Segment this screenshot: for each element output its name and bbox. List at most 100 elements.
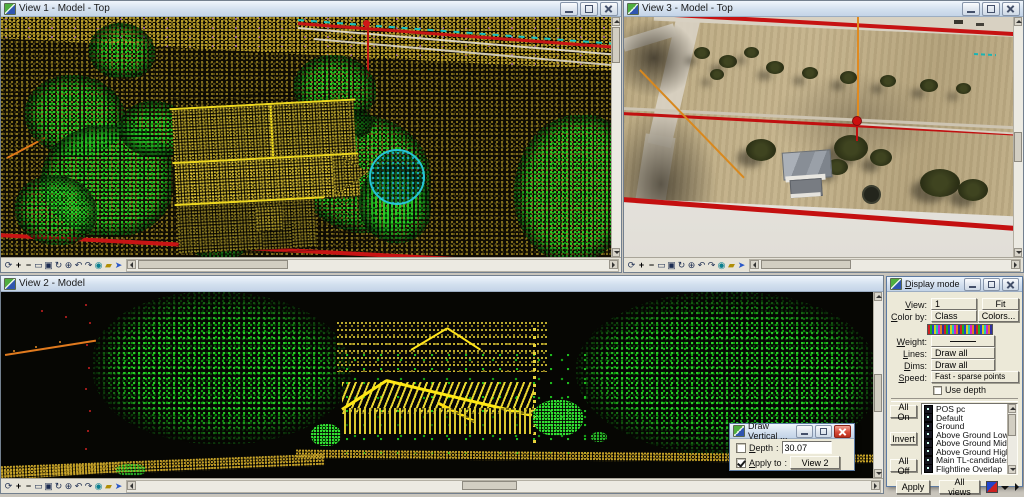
scroll-down-arrow[interactable]: [1014, 248, 1022, 257]
scroll-down-arrow[interactable]: [612, 248, 620, 257]
scroll-thumb[interactable]: [1008, 414, 1016, 436]
close-button[interactable]: [1002, 2, 1020, 16]
clip-volume-icon[interactable]: ▰: [104, 480, 113, 492]
colors-button[interactable]: Colors...: [978, 310, 1019, 322]
scroll-left-arrow[interactable]: [127, 481, 136, 490]
class-checkbox[interactable]: [924, 464, 933, 473]
view2-vertical-scrollbar[interactable]: [873, 292, 883, 478]
update-view-icon[interactable]: ⟳: [4, 480, 13, 492]
rotate-view-icon[interactable]: ↻: [54, 480, 63, 492]
maximize-button[interactable]: [982, 2, 1000, 16]
invert-button[interactable]: Invert: [890, 432, 917, 445]
zoom-out-icon[interactable]: −: [647, 259, 656, 271]
camera-icon[interactable]: ◉: [717, 259, 726, 271]
window-area-icon[interactable]: ▭: [34, 480, 43, 492]
class-list-scrollbar[interactable]: [1007, 404, 1017, 474]
minimize-button[interactable]: [796, 425, 813, 438]
window-area-icon[interactable]: ▭: [657, 259, 666, 271]
update-view-icon[interactable]: ⟳: [4, 259, 13, 271]
view-previous-icon[interactable]: ↶: [74, 480, 83, 492]
scroll-up-arrow[interactable]: [1008, 404, 1016, 413]
display-mode-title-bar[interactable]: Display mode: [887, 277, 1022, 292]
lines-field[interactable]: Draw all: [931, 347, 995, 359]
scroll-thumb[interactable]: [138, 260, 288, 269]
rotate-view-icon[interactable]: ↻: [677, 259, 686, 271]
camera-icon[interactable]: ◉: [94, 480, 103, 492]
scroll-left-arrow[interactable]: [750, 260, 759, 269]
view3-horizontal-scrollbar[interactable]: [749, 259, 1021, 272]
all-views-button[interactable]: All views: [939, 480, 980, 494]
color-by-field[interactable]: Class: [931, 310, 977, 322]
scroll-right-arrow[interactable]: [1011, 260, 1020, 269]
apply-to-view-button[interactable]: View 2: [790, 456, 840, 469]
depth-input[interactable]: [782, 441, 832, 454]
pan-view-icon[interactable]: ⊕: [64, 480, 73, 492]
view-next-icon[interactable]: ↷: [84, 259, 93, 271]
zoom-in-icon[interactable]: +: [637, 259, 646, 271]
class-list-item[interactable]: POS pc: [922, 405, 1007, 414]
dims-field[interactable]: Draw all: [931, 359, 995, 371]
window-area-icon[interactable]: ▭: [34, 259, 43, 271]
rotate-view-icon[interactable]: ↻: [54, 259, 63, 271]
scroll-down-arrow[interactable]: [874, 469, 882, 478]
minimize-button[interactable]: [962, 2, 980, 16]
close-button[interactable]: [1002, 278, 1019, 291]
apply-button[interactable]: Apply: [896, 480, 930, 494]
class-list-item[interactable]: Default: [922, 414, 1007, 423]
scroll-thumb[interactable]: [612, 27, 620, 63]
maximize-button[interactable]: [580, 2, 598, 16]
speed-field[interactable]: Fast - sparse points: [931, 371, 1019, 383]
view2-title-bar[interactable]: View 2 - Model: [1, 276, 883, 292]
pan-view-icon[interactable]: ⊕: [687, 259, 696, 271]
dropdown-arrow-icon[interactable]: [1001, 486, 1009, 494]
scroll-right-arrow[interactable]: [609, 260, 618, 269]
expand-arrow-icon[interactable]: [1015, 483, 1023, 491]
view-image-button[interactable]: [986, 481, 998, 493]
zoom-in-icon[interactable]: +: [14, 259, 23, 271]
navigate-view-icon[interactable]: ➤: [114, 480, 123, 492]
scroll-up-arrow[interactable]: [874, 292, 882, 301]
class-list[interactable]: POS pcDefaultGroundAbove Ground LowAbove…: [921, 403, 1018, 475]
minimize-button[interactable]: [560, 2, 578, 16]
view2-horizontal-scrollbar[interactable]: [126, 480, 881, 493]
maximize-button[interactable]: [983, 278, 1000, 291]
close-button[interactable]: [600, 2, 618, 16]
view3-title-bar[interactable]: View 3 - Model - Top: [624, 1, 1023, 17]
fit-view-icon[interactable]: ▣: [44, 480, 53, 492]
view1-vertical-scrollbar[interactable]: [611, 17, 621, 257]
clip-volume-icon[interactable]: ▰: [727, 259, 736, 271]
maximize-button[interactable]: [815, 425, 832, 438]
depth-checkbox[interactable]: [736, 443, 746, 453]
scroll-left-arrow[interactable]: [127, 260, 136, 269]
scroll-up-arrow[interactable]: [1014, 17, 1022, 26]
view3-canvas[interactable]: [624, 17, 1013, 257]
scroll-thumb[interactable]: [761, 260, 851, 269]
view1-title-bar[interactable]: View 1 - Model - Top: [1, 1, 621, 17]
view-next-icon[interactable]: ↷: [707, 259, 716, 271]
apply-to-checkbox[interactable]: [736, 458, 746, 468]
class-list-item[interactable]: Flightline Overlap: [922, 465, 1007, 474]
use-depth-checkbox[interactable]: [933, 386, 942, 395]
zoom-in-icon[interactable]: +: [14, 480, 23, 492]
zoom-out-icon[interactable]: −: [24, 259, 33, 271]
view-field[interactable]: 1: [931, 298, 977, 310]
fit-view-icon[interactable]: ▣: [44, 259, 53, 271]
view-previous-icon[interactable]: ↶: [697, 259, 706, 271]
draw-vertical-title-bar[interactable]: Draw Vertical ...: [730, 424, 854, 439]
scroll-thumb[interactable]: [874, 374, 882, 412]
navigate-view-icon[interactable]: ➤: [737, 259, 746, 271]
zoom-out-icon[interactable]: −: [24, 480, 33, 492]
scroll-up-arrow[interactable]: [612, 17, 620, 26]
view3-vertical-scrollbar[interactable]: [1013, 17, 1023, 257]
clip-volume-icon[interactable]: ▰: [104, 259, 113, 271]
scroll-right-arrow[interactable]: [871, 481, 880, 490]
view-next-icon[interactable]: ↷: [84, 480, 93, 492]
camera-icon[interactable]: ◉: [94, 259, 103, 271]
update-view-icon[interactable]: ⟳: [627, 259, 636, 271]
view1-canvas[interactable]: [1, 17, 611, 257]
pan-view-icon[interactable]: ⊕: [64, 259, 73, 271]
scroll-down-arrow[interactable]: [1008, 465, 1016, 474]
scroll-thumb[interactable]: [1014, 132, 1022, 162]
close-button[interactable]: [834, 425, 851, 438]
view1-horizontal-scrollbar[interactable]: [126, 259, 619, 272]
